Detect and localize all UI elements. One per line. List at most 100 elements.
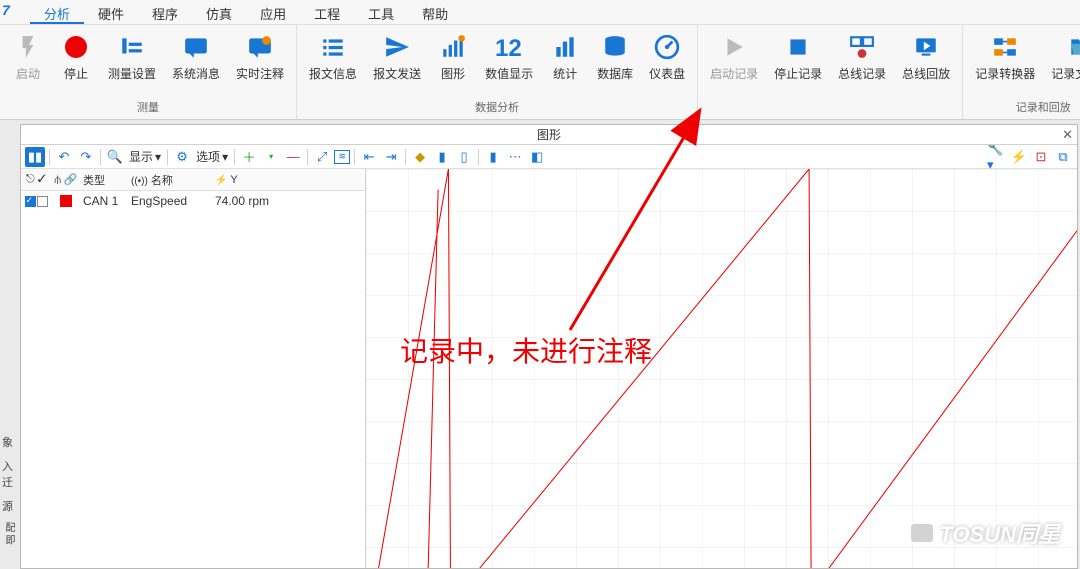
menu-tab-1[interactable]: 硬件 (84, 0, 138, 24)
gear-icon[interactable]: ⚙ (172, 147, 192, 167)
side-gutter: 象 入迁 源 配 即 (0, 430, 18, 549)
ribbon-group-label: 记录和回放 (967, 97, 1080, 119)
marker2-icon[interactable]: ▮ (432, 147, 452, 167)
ribbon-btn-实时注释[interactable]: 实时注释 (228, 31, 292, 84)
gauge-icon (653, 33, 681, 61)
cursor2-icon[interactable]: ⇥ (381, 147, 401, 167)
ribbon-btn-label: 总线记录 (838, 65, 886, 82)
split-icon[interactable]: ▮ (483, 147, 503, 167)
zoom-icon[interactable]: 🔍 (105, 147, 125, 167)
num12-icon: 12 (495, 33, 523, 61)
ribbon-btn-label: 报文发送 (373, 65, 421, 82)
signal-type: CAN 1 (81, 194, 129, 208)
ribbon-btn-label: 图形 (441, 65, 465, 82)
ribbon-group-label: 测量 (4, 97, 292, 119)
signal-name: EngSpeed (129, 194, 209, 208)
redo-icon[interactable]: ↷ (76, 147, 96, 167)
side-item[interactable]: 象 (0, 430, 18, 454)
ribbon-btn-系统消息[interactable]: 系统消息 (164, 31, 228, 84)
add-icon[interactable]: ＋ (239, 147, 259, 167)
ribbon-btn-仪表盘[interactable]: 仪表盘 (641, 31, 693, 84)
menu-tab-3[interactable]: 仿真 (192, 0, 246, 24)
wechat-icon (911, 524, 933, 542)
ribbon-group-label (702, 113, 958, 119)
watermark: TOSUN同星 (911, 517, 1060, 549)
converter-icon (991, 33, 1019, 61)
ribbon-btn-测量设置[interactable]: 测量设置 (100, 31, 164, 84)
ribbon-btn-记录文件夹[interactable]: 记录文件夹 (1043, 31, 1080, 84)
marker3-icon[interactable]: ▯ (454, 147, 474, 167)
bolt-icon (14, 33, 42, 61)
ribbon-btn-label: 启动记录 (710, 65, 758, 82)
graph-title-text: 图形 (537, 126, 561, 143)
display-dropdown[interactable]: 显示 ▾ (127, 148, 163, 165)
detach-icon[interactable]: ⧉ (1053, 147, 1073, 167)
waveform (366, 169, 1077, 568)
ribbon-btn-label: 系统消息 (172, 65, 220, 82)
col-type[interactable]: 类型 (81, 172, 129, 188)
workspace: 图形 ✕ ▮▮ ↶ ↷ 🔍 显示 ▾ ⚙ 选项 ▾ ＋ ▾ — ⤢ ≋ ⇤ ⇥ … (0, 120, 1080, 569)
stats-icon (551, 33, 579, 61)
menu-tab-4[interactable]: 应用 (246, 0, 300, 24)
ribbon-btn-启动: 启动 (4, 31, 52, 84)
side-item[interactable]: 入迁 (0, 454, 18, 494)
side-item[interactable]: 源 (0, 494, 18, 518)
ribbon-btn-记录转换器[interactable]: 记录转换器 (967, 31, 1043, 84)
main-menu: 分析硬件程序仿真应用工程工具帮助 (0, 0, 1080, 25)
graph-title-bar: 图形 ✕ (21, 125, 1077, 145)
menu-tab-2[interactable]: 程序 (138, 0, 192, 24)
checkbox-icon[interactable] (37, 196, 48, 207)
menu-tab-6[interactable]: 工具 (354, 0, 408, 24)
ribbon-btn-label: 启动 (16, 65, 40, 82)
message-icon (182, 33, 210, 61)
dots-icon[interactable]: ⋯ (505, 147, 525, 167)
undo-icon[interactable]: ↶ (54, 147, 74, 167)
ribbon-btn-label: 报文信息 (309, 65, 357, 82)
panel-close-icon[interactable]: ⊡ (1031, 147, 1051, 167)
cursor1-icon[interactable]: ⇤ (359, 147, 379, 167)
yaxis-icon[interactable]: ⤢ (312, 147, 332, 167)
plot-area[interactable] (366, 169, 1077, 568)
color-swatch[interactable] (60, 195, 72, 207)
ribbon-btn-数据库[interactable]: 数据库 (589, 31, 641, 84)
menu-tab-7[interactable]: 帮助 (408, 0, 462, 24)
wrench-icon[interactable]: 🔧▾ (987, 147, 1007, 167)
svg-text:12: 12 (495, 35, 522, 60)
menu-tab-0[interactable]: 分析 (30, 0, 84, 24)
send-icon (383, 33, 411, 61)
ribbon-btn-label: 测量设置 (108, 65, 156, 82)
ribbon-btn-数值显示[interactable]: 12数值显示 (477, 31, 541, 84)
options-dropdown[interactable]: 选项 ▾ (194, 148, 230, 165)
ribbon-btn-图形[interactable]: 图形 (429, 31, 477, 84)
eraser-icon[interactable]: ◧ (527, 147, 547, 167)
side-vertical[interactable]: 配 即 (0, 518, 17, 549)
ribbon-btn-统计[interactable]: 统计 (541, 31, 589, 84)
ribbon-btn-总线记录[interactable]: 总线记录 (830, 31, 894, 84)
ribbon-btn-报文信息[interactable]: 报文信息 (301, 31, 365, 84)
ribbon-btn-停止记录[interactable]: 停止记录 (766, 31, 830, 84)
ribbon-group-2: 启动记录停止记录总线记录总线回放 (698, 25, 963, 119)
marker1-icon[interactable]: ◆ (410, 147, 430, 167)
col-link-icon[interactable]: ⫛ 🔗 (51, 173, 81, 187)
col-name[interactable]: 名称 (151, 175, 173, 187)
menu-tab-5[interactable]: 工程 (300, 0, 354, 24)
col-y[interactable]: Y (230, 174, 237, 186)
pause-icon[interactable]: ▮▮ (25, 147, 45, 167)
ribbon-group-label: 数据分析 (301, 97, 693, 119)
stop-icon (784, 33, 812, 61)
remove-icon[interactable]: — (283, 147, 303, 167)
app-logo: 7 (2, 2, 10, 18)
ribbon-btn-label: 实时注释 (236, 65, 284, 82)
signal-row[interactable]: CAN 1 EngSpeed 74.00 rpm (21, 191, 365, 211)
ribbon-btn-label: 仪表盘 (649, 65, 685, 82)
ribbon-btn-停止[interactable]: 停止 (52, 31, 100, 84)
fit-icon[interactable]: ≋ (334, 150, 350, 164)
ribbon-btn-启动记录: 启动记录 (702, 31, 766, 84)
dropdown-icon[interactable]: ▾ (261, 147, 281, 167)
bolt-icon[interactable]: ⚡ (1009, 147, 1029, 167)
checkbox-icon[interactable] (25, 196, 36, 207)
ribbon-btn-报文发送[interactable]: 报文发送 (365, 31, 429, 84)
close-icon[interactable]: ✕ (1062, 127, 1073, 143)
col-pin-icon[interactable]: ⎋ ✓ (21, 173, 51, 186)
ribbon-btn-总线回放[interactable]: 总线回放 (894, 31, 958, 84)
